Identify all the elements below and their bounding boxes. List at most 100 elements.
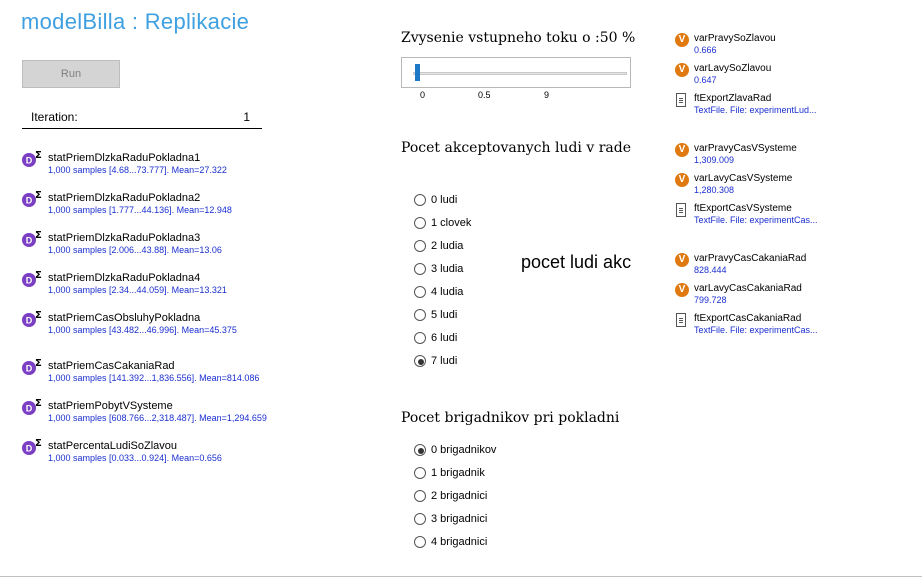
radio-label: 3 brigadnici	[431, 513, 488, 525]
radio-button[interactable]	[414, 286, 426, 298]
radio-label: 6 ludi	[431, 332, 458, 344]
radio-button[interactable]	[414, 263, 426, 275]
radio-button[interactable]	[414, 467, 426, 479]
variable-value: 1,309.009	[694, 155, 735, 165]
stat-description: 1,000 samples [608.766...2,318.487]. Mea…	[48, 413, 267, 423]
text-file-description: TextFile. File: experimentLud...	[694, 105, 817, 115]
stat-name: statPriemCasObsluhyPokladna	[48, 312, 201, 324]
radio-button[interactable]	[414, 490, 426, 502]
svg-text:Σ: Σ	[35, 270, 42, 281]
svg-text:D: D	[26, 364, 33, 374]
svg-text:D: D	[26, 236, 33, 246]
radio-label: 5 ludi	[431, 309, 458, 321]
text-file-icon	[676, 203, 686, 217]
bottom-divider	[0, 576, 922, 577]
stat-name: statPriemDlzkaRaduPokladna4	[48, 272, 201, 284]
slider-tick-label: 0	[420, 90, 426, 100]
text-file-icon	[676, 313, 686, 327]
stat-name: statPriemCasCakaniaRad	[48, 360, 175, 372]
stat-description: 1,000 samples [4.68...73.777]. Mean=27.3…	[48, 165, 227, 175]
variable-icon: V	[675, 253, 689, 267]
text-file-icon	[676, 93, 686, 107]
stat-name: statPriemDlzkaRaduPokladna3	[48, 232, 201, 244]
radio-button[interactable]	[414, 332, 426, 344]
variable-name: varPravyCasCakaniaRad	[694, 253, 807, 264]
radio-button[interactable]	[414, 444, 426, 456]
radio-label: 1 clovek	[431, 217, 472, 229]
input-flow-slider[interactable]	[401, 57, 631, 88]
accepted-people-title: Pocet akceptovanych ludi v rade	[401, 140, 631, 156]
brigadnici-title: Pocet brigadnikov pri pokladni	[401, 410, 620, 426]
radio-label: 3 ludia	[431, 263, 464, 275]
statistics-icon: D Σ	[22, 398, 42, 415]
stat-description: 1,000 samples [43.482...46.996]. Mean=45…	[48, 325, 237, 335]
variable-value: 0.647	[694, 75, 717, 85]
svg-text:Σ: Σ	[35, 230, 42, 241]
variable-value: 1,280.308	[694, 185, 735, 195]
variable-icon: V	[675, 63, 689, 77]
radio-label: 1 brigadnik	[431, 467, 485, 479]
slider-track[interactable]	[413, 72, 627, 75]
text-file-description: TextFile. File: experimentCas...	[694, 215, 818, 225]
radio-selected-dot	[418, 448, 424, 454]
radio-button[interactable]	[414, 240, 426, 252]
iteration-value: 1	[243, 110, 250, 124]
radio-selected-dot	[418, 359, 424, 365]
stat-name: statPriemPobytVSysteme	[48, 400, 173, 412]
statistics-icon: D Σ	[22, 438, 42, 455]
text-file-name: ftExportCasCakaniaRad	[694, 313, 802, 324]
statistics-icon: D Σ	[22, 190, 42, 207]
radio-label: 2 brigadnici	[431, 490, 488, 502]
variable-name: varPravyCasVSysteme	[694, 143, 797, 154]
svg-text:D: D	[26, 316, 33, 326]
variable-value: 0.666	[694, 45, 717, 55]
stat-description: 1,000 samples [2.34...44.059]. Mean=13.3…	[48, 285, 227, 295]
variable-name: varLavyCasCakaniaRad	[694, 283, 802, 294]
stat-name: statPercentaLudiSoZlavou	[48, 440, 178, 452]
accepted-people-label: pocet ludi akc	[521, 252, 632, 272]
stat-description: 1,000 samples [1.777...44.136]. Mean=12.…	[48, 205, 232, 215]
iteration-divider	[22, 128, 262, 129]
radio-label: 0 brigadnikov	[431, 444, 497, 456]
stat-description: 1,000 samples [2.006...43.88]. Mean=13.0…	[48, 245, 222, 255]
statistics-icon: D Σ	[22, 358, 42, 375]
radio-label: 0 ludi	[431, 194, 458, 206]
radio-label: 7 ludi	[431, 355, 458, 367]
statistics-icon: D Σ	[22, 270, 42, 287]
svg-text:Σ: Σ	[35, 398, 42, 409]
svg-text:D: D	[26, 156, 33, 166]
text-file-name: ftExportCasVSysteme	[694, 203, 792, 214]
radio-button[interactable]	[414, 309, 426, 321]
variable-name: varPravySoZlavou	[694, 33, 776, 44]
svg-text:Σ: Σ	[35, 438, 42, 449]
text-file-description: TextFile. File: experimentCas...	[694, 325, 818, 335]
radio-button[interactable]	[414, 536, 426, 548]
radio-label: 2 ludia	[431, 240, 464, 252]
variable-icon: V	[675, 143, 689, 157]
radio-button[interactable]	[414, 355, 426, 367]
stat-name: statPriemDlzkaRaduPokladna1	[48, 152, 201, 164]
statistics-icon: D Σ	[22, 150, 42, 167]
variable-value: 828.444	[694, 265, 727, 275]
radio-button[interactable]	[414, 513, 426, 525]
radio-label: 4 brigadnici	[431, 536, 488, 548]
variable-value: 799.728	[694, 295, 727, 305]
slider-tick-label: 0.5	[478, 90, 491, 100]
text-file-name: ftExportZlavaRad	[694, 93, 772, 104]
app-title: modelBilla : Replikacie	[21, 9, 250, 34]
radio-label: 4 ludia	[431, 286, 464, 298]
svg-text:D: D	[26, 196, 33, 206]
svg-text:D: D	[26, 404, 33, 414]
variable-name: varLavySoZlavou	[694, 63, 772, 74]
stat-name: statPriemDlzkaRaduPokladna2	[48, 192, 201, 204]
radio-button[interactable]	[414, 194, 426, 206]
svg-text:Σ: Σ	[35, 150, 42, 161]
run-button[interactable]: Run	[22, 60, 120, 88]
slider-tick-label: 9	[544, 90, 550, 100]
statistics-icon: D Σ	[22, 310, 42, 327]
radio-button[interactable]	[414, 217, 426, 229]
slider-thumb[interactable]	[415, 64, 420, 81]
iteration-label: Iteration:	[31, 110, 78, 124]
svg-text:D: D	[26, 444, 33, 454]
svg-text:Σ: Σ	[35, 310, 42, 321]
